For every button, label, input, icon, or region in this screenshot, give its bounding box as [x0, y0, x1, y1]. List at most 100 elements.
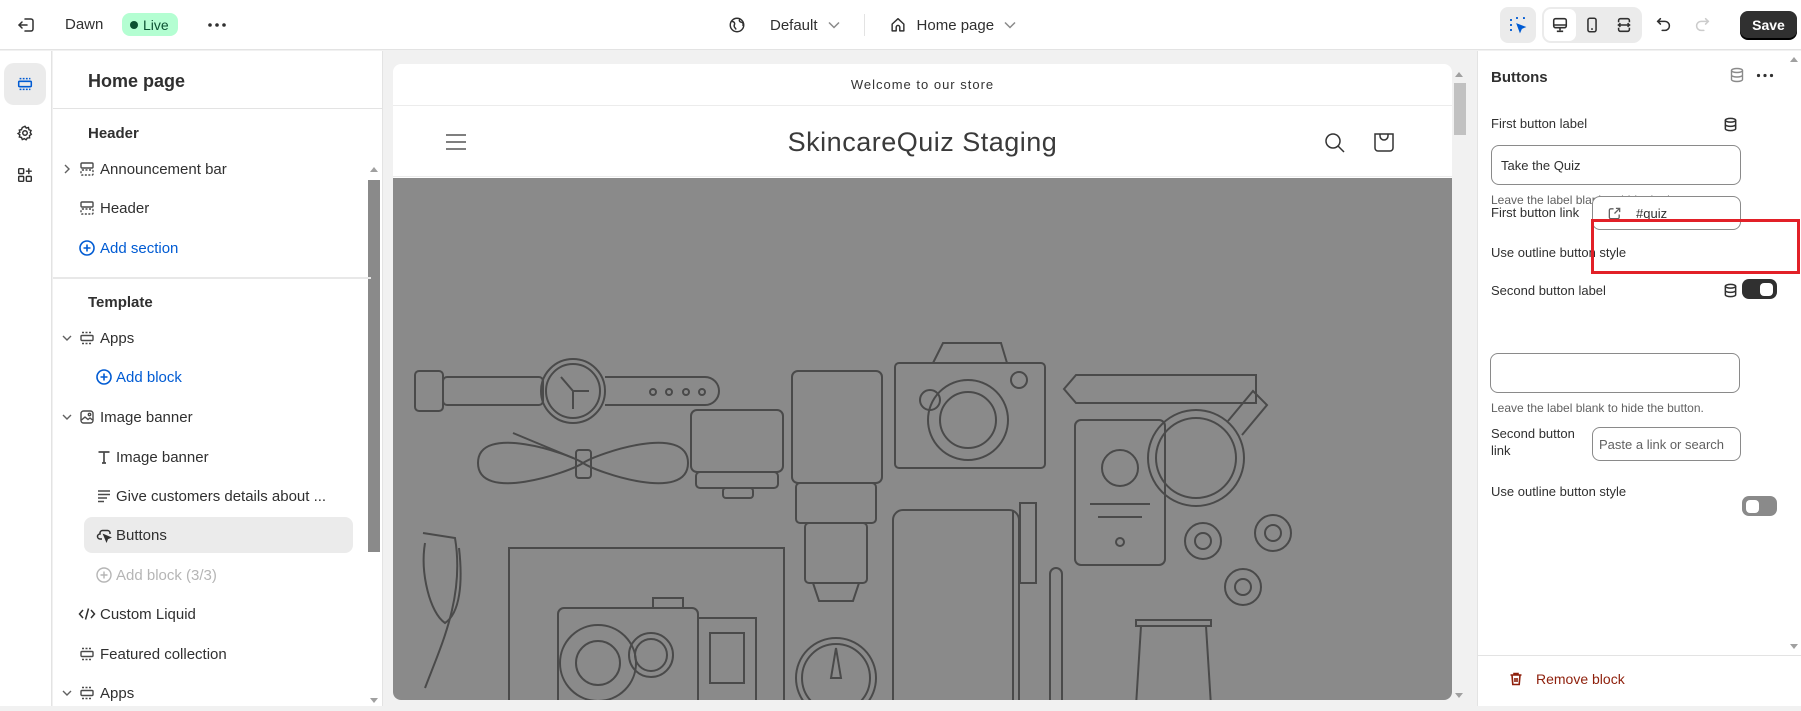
- group-heading-template: Template: [88, 294, 153, 311]
- database-icon: [1730, 67, 1744, 83]
- add-section-label: Add section: [100, 239, 179, 257]
- scroll-up-arrow[interactable]: [1455, 72, 1463, 77]
- second-button-link-input[interactable]: Paste a link or search: [1592, 427, 1741, 461]
- second-button-label-input[interactable]: [1490, 353, 1740, 393]
- add-block-button[interactable]: Add block: [53, 359, 353, 395]
- cart-icon[interactable]: [1371, 129, 1397, 155]
- exit-button[interactable]: [14, 13, 38, 37]
- search-icon[interactable]: [1323, 131, 1347, 155]
- theme-actions-button[interactable]: [205, 13, 229, 37]
- rail-settings-button[interactable]: [4, 112, 46, 154]
- context-label: Default: [770, 16, 818, 34]
- redo-button[interactable]: [1686, 9, 1718, 41]
- image-banner[interactable]: [393, 178, 1452, 700]
- second-button-link-title: Second button link: [1491, 425, 1575, 459]
- live-label: Live: [143, 16, 169, 33]
- section-label: Header: [100, 199, 150, 217]
- scroll-down-arrow[interactable]: [1790, 644, 1798, 649]
- block-label: Buttons: [116, 526, 167, 544]
- preview-scrollbar[interactable]: [1452, 64, 1466, 700]
- save-button[interactable]: Save: [1740, 11, 1797, 39]
- undo-button[interactable]: [1648, 9, 1680, 41]
- scroll-down-arrow[interactable]: [370, 698, 378, 703]
- undo-icon: [1656, 17, 1671, 32]
- first-button-link-title: First button link: [1491, 205, 1579, 220]
- section-icon: [78, 684, 96, 702]
- second-outline-label: Use outline button style: [1491, 484, 1627, 499]
- second-button-label-title: Second button label: [1491, 283, 1606, 298]
- add-block-disabled: Add block (3/3): [53, 557, 353, 593]
- section-header[interactable]: Header: [53, 190, 353, 226]
- travel-items-illustration: [414, 342, 1292, 700]
- dynamic-source-button[interactable]: [1721, 115, 1739, 133]
- scroll-down-arrow[interactable]: [1455, 693, 1463, 698]
- exit-icon: [18, 18, 34, 32]
- dynamic-source-button[interactable]: [1727, 65, 1747, 85]
- first-button-label-title: First button label: [1491, 116, 1588, 131]
- section-announcement-bar[interactable]: Announcement bar: [53, 151, 353, 187]
- text-icon: [95, 448, 113, 466]
- home-icon: [890, 17, 905, 32]
- image-icon: [78, 408, 96, 426]
- scroll-thumb[interactable]: [368, 180, 380, 552]
- divider: [1478, 655, 1801, 656]
- block-label: Image banner: [116, 448, 209, 466]
- section-label: Custom Liquid: [100, 605, 196, 623]
- desktop-view-button[interactable]: [1544, 9, 1576, 41]
- sections-scrollbar[interactable]: [368, 109, 380, 706]
- chevron-down-icon[interactable]: [61, 411, 73, 423]
- dynamic-source-button[interactable]: [1721, 281, 1739, 299]
- page-title: Home page: [88, 71, 186, 91]
- section-featured-collection[interactable]: Featured collection: [53, 636, 353, 672]
- sections-icon: [17, 77, 33, 91]
- store-logo[interactable]: SkincareQuiz Staging: [393, 127, 1452, 158]
- fullscreen-view-button[interactable]: [1608, 9, 1640, 41]
- block-text[interactable]: Give customers details about ...: [53, 478, 353, 514]
- store-header: SkincareQuiz Staging: [393, 107, 1452, 177]
- fullwidth-icon: [1617, 17, 1631, 33]
- block-more-button[interactable]: [1753, 65, 1777, 85]
- top-bar: Dawn Live Default Home page Save: [0, 0, 1801, 50]
- announcement-bar[interactable]: Welcome to our store: [393, 64, 1452, 106]
- section-image-banner[interactable]: Image banner: [53, 399, 353, 435]
- block-buttons[interactable]: Buttons: [84, 517, 353, 553]
- mobile-view-button[interactable]: [1576, 9, 1608, 41]
- first-outline-toggle[interactable]: [1742, 279, 1777, 299]
- page-label: Home page: [916, 16, 995, 34]
- remove-block-button[interactable]: Remove block: [1508, 671, 1625, 687]
- chevron-right-icon[interactable]: [61, 163, 73, 175]
- remove-block-label: Remove block: [1536, 671, 1625, 687]
- section-icon: [78, 645, 96, 663]
- scroll-up-arrow[interactable]: [370, 167, 378, 172]
- block-image-banner-heading[interactable]: Image banner: [53, 439, 353, 475]
- sidebar-rail: [0, 51, 52, 706]
- database-icon: [1724, 283, 1736, 297]
- inspector-button[interactable]: [1500, 7, 1536, 43]
- globe-icon: [729, 17, 745, 33]
- page-selector[interactable]: Home page: [879, 16, 1027, 34]
- scroll-thumb[interactable]: [1454, 83, 1466, 135]
- section-apps[interactable]: Apps: [53, 320, 353, 356]
- add-section-button[interactable]: Add section: [53, 230, 353, 266]
- section-custom-liquid[interactable]: Custom Liquid: [53, 596, 353, 632]
- section-icon: [78, 329, 96, 347]
- preview-canvas: Welcome to our store SkincareQuiz Stagin…: [384, 51, 1476, 706]
- second-link-label-2: link: [1491, 443, 1511, 458]
- second-outline-toggle[interactable]: [1742, 496, 1777, 516]
- desktop-icon: [1552, 17, 1568, 33]
- chevron-down-icon[interactable]: [61, 687, 73, 699]
- add-block-label: Add block (3/3): [116, 566, 217, 584]
- rail-sections-button[interactable]: [4, 63, 46, 105]
- theme-name: Dawn: [65, 16, 104, 33]
- first-button-label-input[interactable]: Take the Quiz: [1491, 145, 1741, 185]
- chevron-down-icon: [828, 21, 840, 29]
- chevron-down-icon[interactable]: [61, 332, 73, 344]
- first-button-link-label: First button link: [1491, 205, 1580, 220]
- store-preview-frame[interactable]: Welcome to our store SkincareQuiz Stagin…: [393, 64, 1452, 700]
- second-link-label-1: Second button: [1491, 426, 1575, 441]
- plus-circle-icon: [95, 368, 113, 386]
- scroll-up-arrow[interactable]: [1790, 57, 1798, 62]
- rail-apps-button[interactable]: [4, 154, 46, 196]
- block-label: Give customers details about ...: [116, 487, 327, 505]
- context-selector[interactable]: Default: [718, 16, 850, 34]
